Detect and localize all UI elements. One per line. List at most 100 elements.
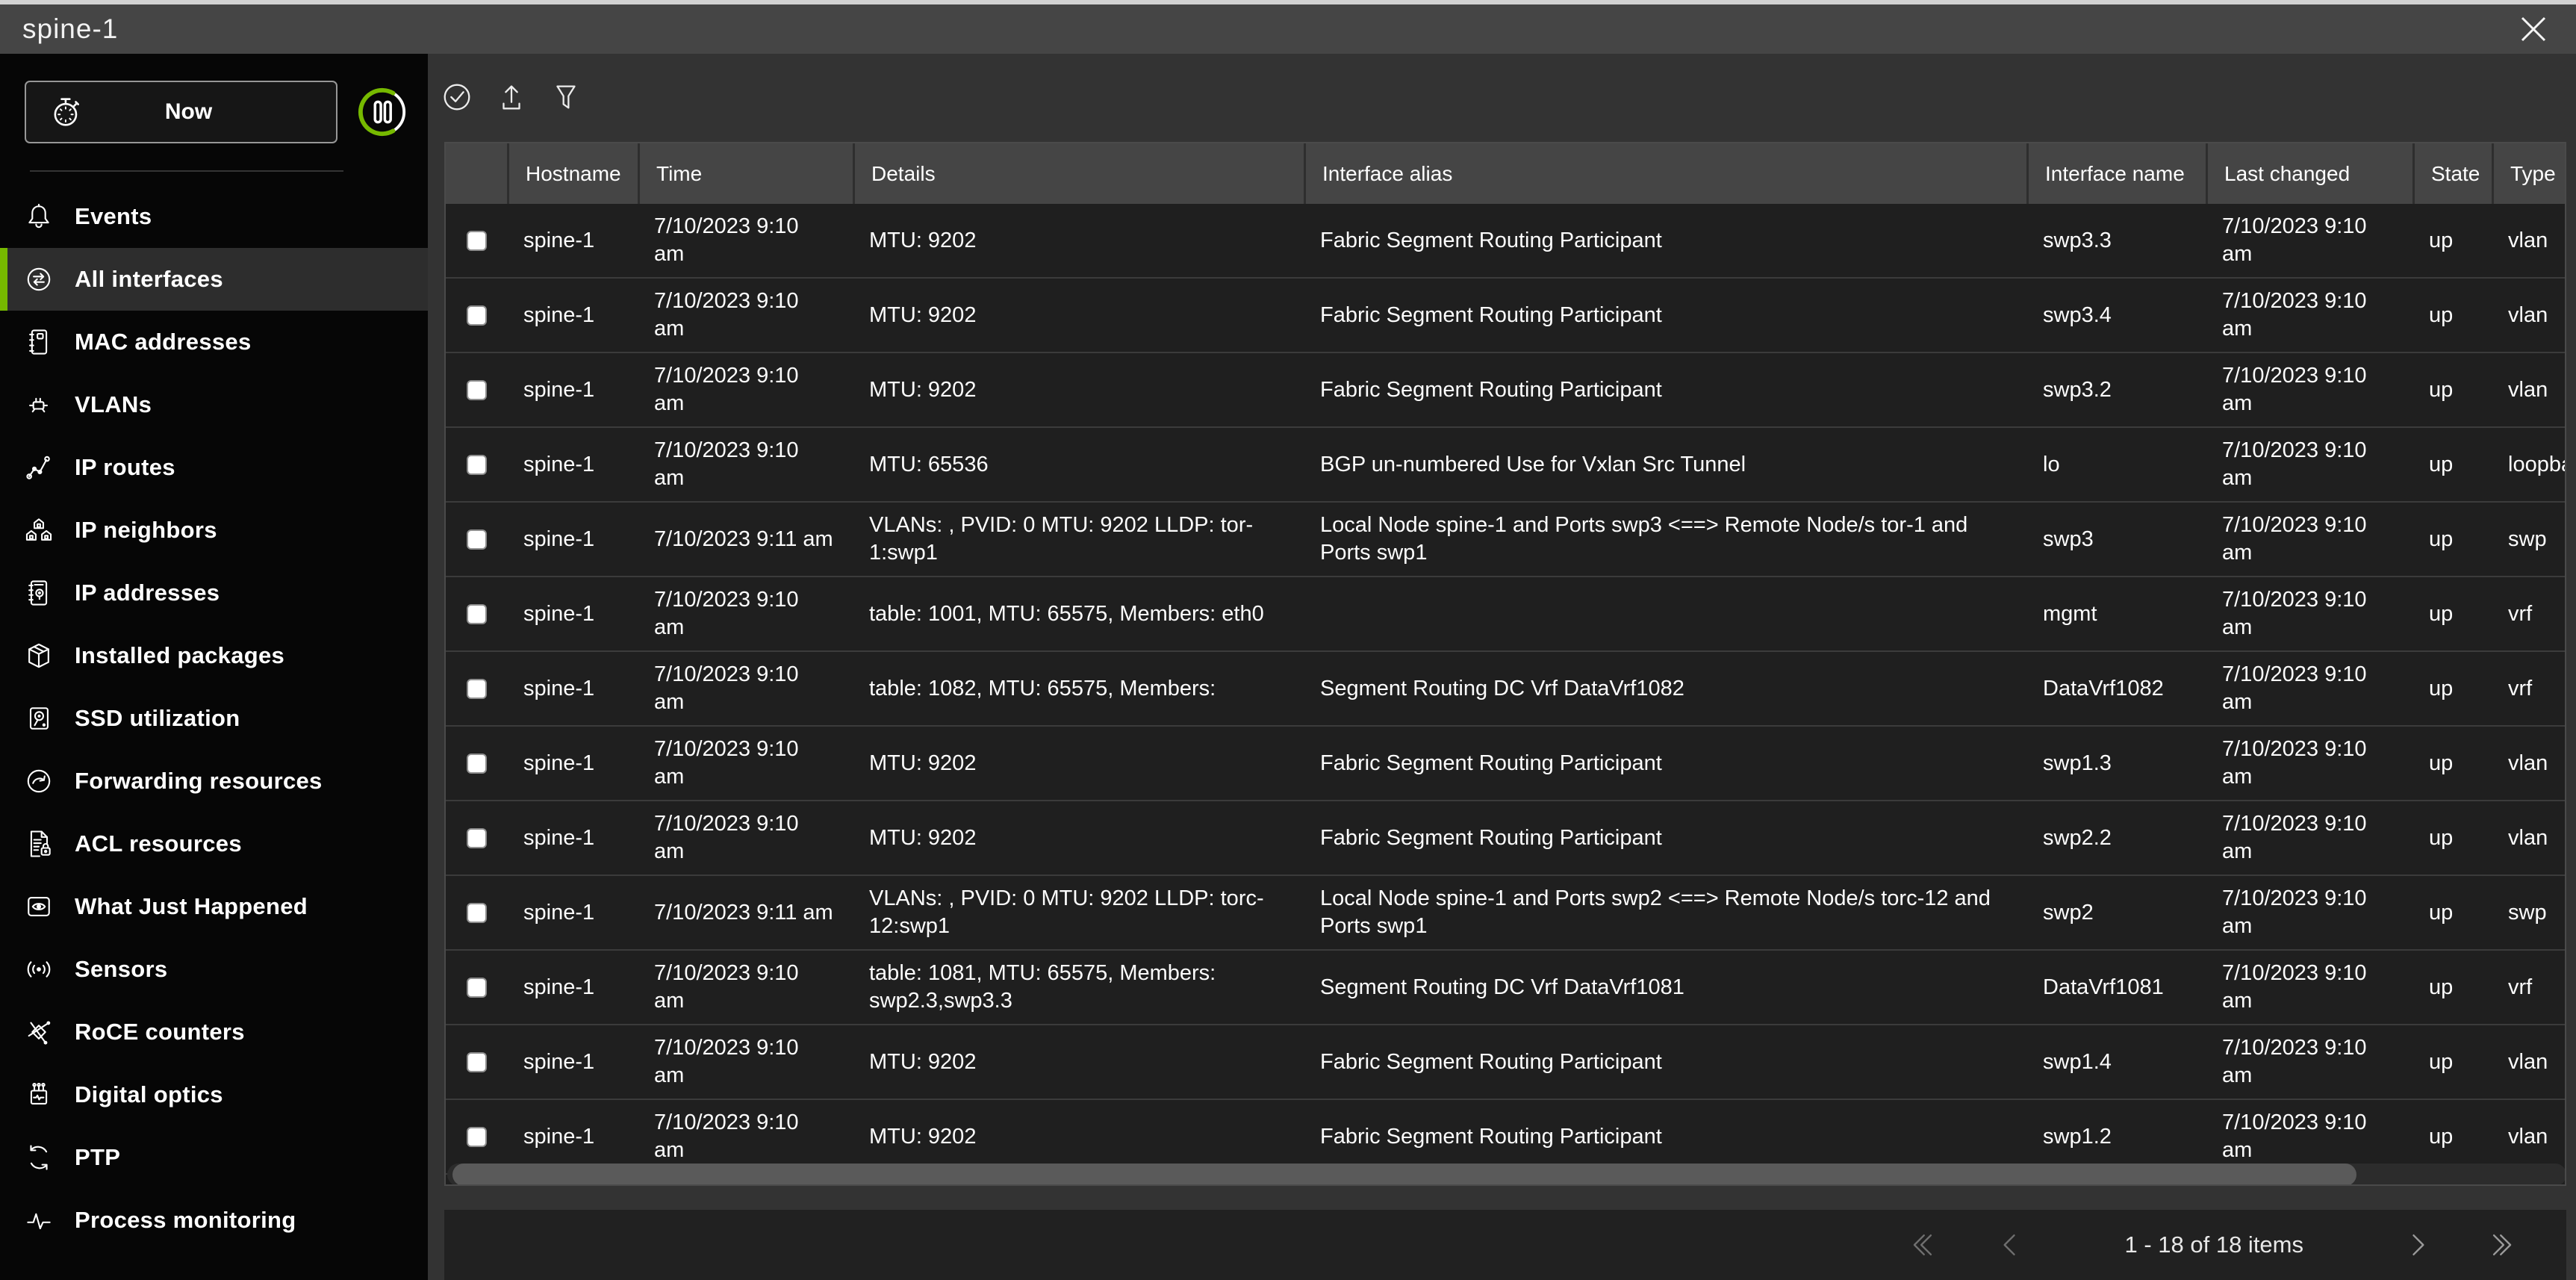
- row-checkbox[interactable]: [467, 1127, 487, 1147]
- cell-time: 7/10/2023 9:11 am: [638, 876, 853, 949]
- cell-details: table: 1082, MTU: 65575, Members:: [853, 652, 1304, 725]
- row-checkbox[interactable]: [467, 754, 487, 774]
- cell-hostname: spine-1: [507, 353, 638, 426]
- pagination-first-page-icon[interactable]: [1905, 1228, 1939, 1262]
- sidebar-item-digital-optics[interactable]: Digital optics: [0, 1063, 428, 1126]
- sidebar-item-label: Forwarding resources: [75, 768, 323, 795]
- sidebar-item-label: Installed packages: [75, 642, 284, 669]
- sidebar-item-ip-neighbors[interactable]: IP neighbors: [0, 499, 428, 562]
- row-checkbox[interactable]: [467, 978, 487, 998]
- table-row[interactable]: spine-1 7/10/2023 9:11 am VLANs: , PVID:…: [446, 501, 2566, 576]
- cell-hostname: spine-1: [507, 1100, 638, 1173]
- col-header-time[interactable]: Time: [638, 143, 853, 204]
- cell-hostname: spine-1: [507, 652, 638, 725]
- cell-last-changed: 7/10/2023 9:10 am: [2206, 876, 2412, 949]
- table-row[interactable]: spine-1 7/10/2023 9:10 am table: 1082, M…: [446, 650, 2566, 725]
- row-checkbox[interactable]: [467, 679, 487, 699]
- row-checkbox[interactable]: [467, 380, 487, 400]
- col-header-details[interactable]: Details: [853, 143, 1304, 204]
- col-header-type[interactable]: Type: [2492, 143, 2566, 204]
- stopwatch-icon: [47, 93, 86, 131]
- table-row[interactable]: spine-1 7/10/2023 9:10 am MTU: 9202 Fabr…: [446, 1099, 2566, 1173]
- forwarding-icon: [22, 765, 55, 798]
- select-check-icon[interactable]: [440, 80, 474, 114]
- filter-funnel-icon[interactable]: [549, 80, 583, 114]
- pagination-previous-page-icon[interactable]: [1993, 1228, 2027, 1262]
- cell-details: MTU: 9202: [853, 1100, 1304, 1173]
- package-icon: [22, 639, 55, 672]
- table-row[interactable]: spine-1 7/10/2023 9:10 am table: 1081, M…: [446, 949, 2566, 1024]
- horizontal-scrollbar-track[interactable]: [447, 1164, 2566, 1186]
- sidebar-item-ssd-utilization[interactable]: SSD utilization: [0, 687, 428, 750]
- titlebar: spine-1: [0, 4, 2576, 54]
- cell-details: VLANs: , PVID: 0 MTU: 9202 LLDP: torc-12…: [853, 876, 1304, 949]
- cell-time: 7/10/2023 9:10 am: [638, 428, 853, 501]
- cell-details: MTU: 9202: [853, 1025, 1304, 1099]
- cell-interface-alias: Fabric Segment Routing Participant: [1304, 353, 2026, 426]
- row-checkbox[interactable]: [467, 1052, 487, 1072]
- cell-last-changed: 7/10/2023 9:10 am: [2206, 428, 2412, 501]
- row-checkbox[interactable]: [467, 604, 487, 624]
- sidebar-item-installed-packages[interactable]: Installed packages: [0, 624, 428, 687]
- sidebar-item-forwarding-resources[interactable]: Forwarding resources: [0, 750, 428, 813]
- table-row[interactable]: spine-1 7/10/2023 9:10 am MTU: 9202 Fabr…: [446, 725, 2566, 800]
- table-row[interactable]: spine-1 7/10/2023 9:10 am MTU: 9202 Fabr…: [446, 800, 2566, 874]
- table-row[interactable]: spine-1 7/10/2023 9:10 am table: 1001, M…: [446, 576, 2566, 650]
- pagination-bar: 1 - 18 of 18 items: [444, 1210, 2566, 1280]
- table-row[interactable]: spine-1 7/10/2023 9:10 am MTU: 65536 BGP…: [446, 426, 2566, 501]
- sidebar-item-all-interfaces[interactable]: All interfaces: [0, 248, 428, 311]
- export-upload-icon[interactable]: [494, 80, 529, 114]
- sidebar-item-ip-addresses[interactable]: IP addresses: [0, 562, 428, 624]
- table-row[interactable]: spine-1 7/10/2023 9:10 am MTU: 9202 Fabr…: [446, 1024, 2566, 1099]
- table-toolbar: [440, 80, 583, 114]
- row-checkbox[interactable]: [467, 529, 487, 550]
- sidebar-item-acl-resources[interactable]: ACL resources: [0, 813, 428, 875]
- time-range-now-button[interactable]: Now: [25, 81, 337, 143]
- table-row[interactable]: spine-1 7/10/2023 9:11 am VLANs: , PVID:…: [446, 874, 2566, 949]
- table-row[interactable]: spine-1 7/10/2023 9:10 am MTU: 9202 Fabr…: [446, 277, 2566, 352]
- pagination-last-page-icon[interactable]: [2486, 1228, 2520, 1262]
- sidebar-item-roce-counters[interactable]: RoCE counters: [0, 1001, 428, 1063]
- sidebar-item-sensors[interactable]: Sensors: [0, 938, 428, 1001]
- sensors-icon: [22, 953, 55, 986]
- sidebar-item-events[interactable]: Events: [0, 185, 428, 248]
- cell-hostname: spine-1: [507, 951, 638, 1024]
- cell-state: up: [2412, 279, 2492, 352]
- row-checkbox[interactable]: [467, 903, 487, 923]
- sidebar-item-mac-addresses[interactable]: MAC addresses: [0, 311, 428, 373]
- table-row[interactable]: spine-1 7/10/2023 9:10 am MTU: 9202 Fabr…: [446, 204, 2566, 277]
- routes-icon: [22, 451, 55, 484]
- pagination-next-page-icon[interactable]: [2401, 1228, 2435, 1262]
- sidebar-item-ptp[interactable]: PTP: [0, 1126, 428, 1189]
- sidebar-item-label: Digital optics: [75, 1081, 223, 1108]
- row-checkbox[interactable]: [467, 305, 487, 326]
- sidebar-item-what-just-happened[interactable]: What Just Happened: [0, 875, 428, 938]
- col-header-hostname[interactable]: Hostname: [507, 143, 638, 204]
- col-header-last-changed[interactable]: Last changed: [2206, 143, 2412, 204]
- table-row[interactable]: spine-1 7/10/2023 9:10 am MTU: 9202 Fabr…: [446, 352, 2566, 426]
- cell-details: VLANs: , PVID: 0 MTU: 9202 LLDP: tor-1:s…: [853, 503, 1304, 576]
- col-header-interface-alias[interactable]: Interface alias: [1304, 143, 2026, 204]
- row-checkbox[interactable]: [467, 231, 487, 251]
- row-checkbox[interactable]: [467, 455, 487, 475]
- cell-type: vlan: [2492, 1100, 2566, 1173]
- col-header-interface-name[interactable]: Interface name: [2026, 143, 2206, 204]
- sidebar-item-vlans[interactable]: VLANs: [0, 373, 428, 436]
- interfaces-icon: [22, 263, 55, 296]
- sidebar-item-label: What Just Happened: [75, 893, 308, 920]
- horizontal-scrollbar-thumb[interactable]: [452, 1164, 2356, 1186]
- row-checkbox[interactable]: [467, 828, 487, 848]
- cell-interface-name: swp3: [2026, 503, 2206, 576]
- cell-interface-name: swp3.3: [2026, 204, 2206, 277]
- cell-time: 7/10/2023 9:10 am: [638, 652, 853, 725]
- pause-refresh-button[interactable]: [356, 86, 408, 138]
- cell-interface-name: DataVrf1082: [2026, 652, 2206, 725]
- sidebar-item-process-monitoring[interactable]: Process monitoring: [0, 1189, 428, 1252]
- cell-interface-name: swp1.2: [2026, 1100, 2206, 1173]
- col-header-state[interactable]: State: [2412, 143, 2492, 204]
- sidebar-item-ip-routes[interactable]: IP routes: [0, 436, 428, 499]
- cell-type: vlan: [2492, 727, 2566, 800]
- sidebar-item-label: VLANs: [75, 391, 152, 418]
- cell-hostname: spine-1: [507, 727, 638, 800]
- close-button[interactable]: [2510, 6, 2557, 52]
